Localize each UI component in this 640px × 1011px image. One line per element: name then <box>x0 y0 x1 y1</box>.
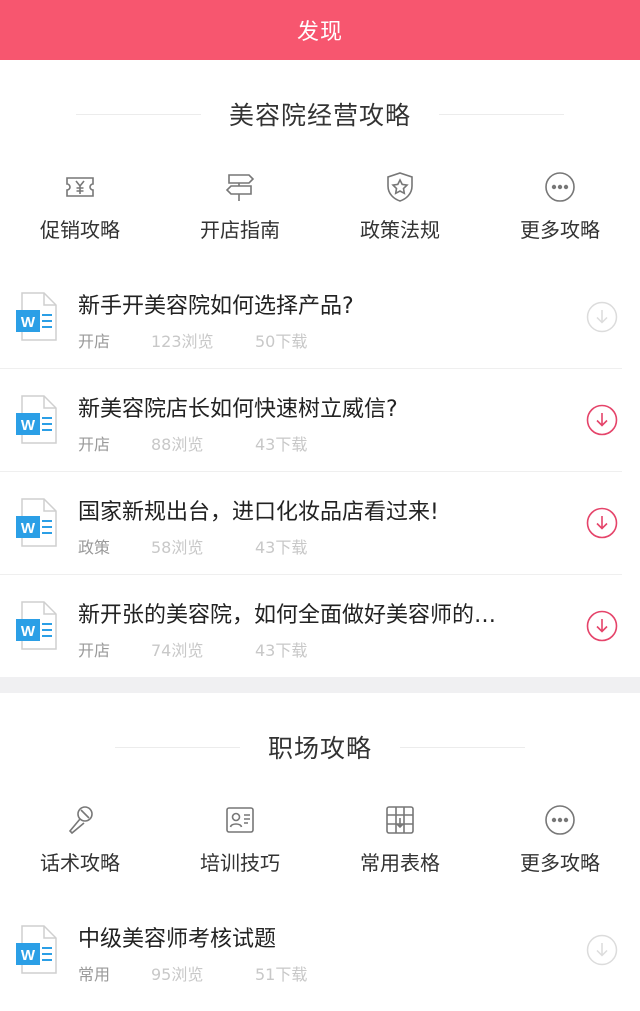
category-row-career: 话术攻略 培训技巧 常用表格 更多攻略 <box>0 801 640 899</box>
svg-text:W: W <box>21 623 36 640</box>
document-tag: 常用 <box>78 965 111 984</box>
document-title: 中级美容师考核试题 <box>78 927 277 952</box>
view-count: 95浏览 <box>151 965 204 984</box>
section-separator <box>0 677 640 693</box>
category-label: 政策法规 <box>360 218 440 242</box>
svg-text:W: W <box>21 417 36 434</box>
divider-line <box>400 746 525 748</box>
view-count: 123浏览 <box>151 332 214 351</box>
view-count: 58浏览 <box>151 538 204 557</box>
document-tag: 开店 <box>78 641 111 660</box>
divider-line <box>75 113 201 115</box>
category-label: 更多攻略 <box>520 218 600 242</box>
divider-line <box>114 746 240 748</box>
document-meta: 开店 123浏览 50下载 <box>78 328 307 352</box>
category-label: 话术攻略 <box>40 851 120 875</box>
download-icon[interactable] <box>586 934 618 966</box>
shield-star-icon <box>387 172 413 202</box>
document-meta: 开店 88浏览 43下载 <box>78 431 307 455</box>
app-header: 发现 <box>0 0 640 60</box>
document-tag: 开店 <box>78 332 111 351</box>
download-count: 43下载 <box>255 435 308 454</box>
download-icon[interactable] <box>586 507 618 539</box>
document-title: 新美容院店长如何快速树立威信? <box>78 397 398 422</box>
svg-text:W: W <box>21 947 36 964</box>
category-more-career[interactable]: 更多攻略 <box>480 801 640 899</box>
list-item[interactable]: W 国家新规出台，进口化妆品店看过来! 政策 58浏览 43下载 <box>0 472 622 575</box>
category-label: 常用表格 <box>360 851 440 875</box>
document-title: 新开张的美容院，如何全面做好美容师的… <box>78 603 497 628</box>
id-card-icon <box>226 807 254 833</box>
download-count: 50下载 <box>255 332 308 351</box>
page-title: 发现 <box>296 20 343 45</box>
word-document-icon: W <box>16 292 57 341</box>
list-item[interactable]: W 中级美容师考核试题 常用 95浏览 51下载 <box>0 899 622 1001</box>
category-training[interactable]: 培训技巧 <box>160 801 320 899</box>
document-meta: 常用 95浏览 51下载 <box>78 961 307 985</box>
category-forms[interactable]: 常用表格 <box>320 801 480 899</box>
category-row-business: 促销攻略 开店指南 政策法规 更多攻略 <box>0 168 640 266</box>
category-store-guide[interactable]: 开店指南 <box>160 168 320 266</box>
more-dots-icon <box>545 805 575 835</box>
table-grid-icon <box>386 806 414 834</box>
word-document-icon: W <box>16 925 57 974</box>
section-header-career: 职场攻略 <box>0 693 640 801</box>
view-count: 88浏览 <box>151 435 204 454</box>
more-dots-icon <box>545 172 575 202</box>
svg-text:W: W <box>21 520 36 537</box>
list-item[interactable]: W 新手开美容院如何选择产品? 开店 123浏览 50下载 <box>0 266 622 369</box>
document-list-career: W 中级美容师考核试题 常用 95浏览 51下载 <box>0 899 640 1001</box>
microphone-icon <box>68 806 93 835</box>
download-count: 43下载 <box>255 641 308 660</box>
word-document-icon: W <box>16 395 57 444</box>
document-list-business: W 新手开美容院如何选择产品? 开店 123浏览 50下载 W 新美容院店长如何快速… <box>0 266 640 677</box>
svg-text:W: W <box>21 314 36 331</box>
section-title: 美容院经营攻略 <box>228 101 411 130</box>
download-icon[interactable] <box>586 404 618 436</box>
signpost-icon <box>225 174 255 201</box>
view-count: 74浏览 <box>151 641 204 660</box>
document-tag: 政策 <box>78 538 111 557</box>
word-document-icon: W <box>16 498 57 547</box>
list-item[interactable]: W 新美容院店长如何快速树立威信? 开店 88浏览 43下载 <box>0 369 622 472</box>
divider-line <box>439 113 564 115</box>
category-promotion[interactable]: 促销攻略 <box>0 168 160 266</box>
download-count: 43下载 <box>255 538 308 557</box>
document-meta: 政策 58浏览 43下载 <box>78 534 307 558</box>
document-title: 新手开美容院如何选择产品? <box>78 294 354 319</box>
category-more-business[interactable]: 更多攻略 <box>480 168 640 266</box>
category-scripts[interactable]: 话术攻略 <box>0 801 160 899</box>
category-label: 培训技巧 <box>200 851 280 875</box>
download-count: 51下载 <box>255 965 308 984</box>
section-title: 职场攻略 <box>267 734 372 763</box>
category-label: 促销攻略 <box>40 218 120 242</box>
document-title: 国家新规出台，进口化妆品店看过来! <box>78 500 439 525</box>
category-label: 开店指南 <box>200 218 280 242</box>
coupon-yen-icon <box>66 177 94 197</box>
category-policy[interactable]: 政策法规 <box>320 168 480 266</box>
list-item[interactable]: W 新开张的美容院，如何全面做好美容师的… 开店 74浏览 43下载 <box>0 575 622 677</box>
category-label: 更多攻略 <box>520 851 600 875</box>
section-header-business: 美容院经营攻略 <box>0 60 640 168</box>
download-icon[interactable] <box>586 610 618 642</box>
download-icon[interactable] <box>586 301 618 333</box>
word-document-icon: W <box>16 601 57 650</box>
document-tag: 开店 <box>78 435 111 454</box>
document-meta: 开店 74浏览 43下载 <box>78 637 307 661</box>
